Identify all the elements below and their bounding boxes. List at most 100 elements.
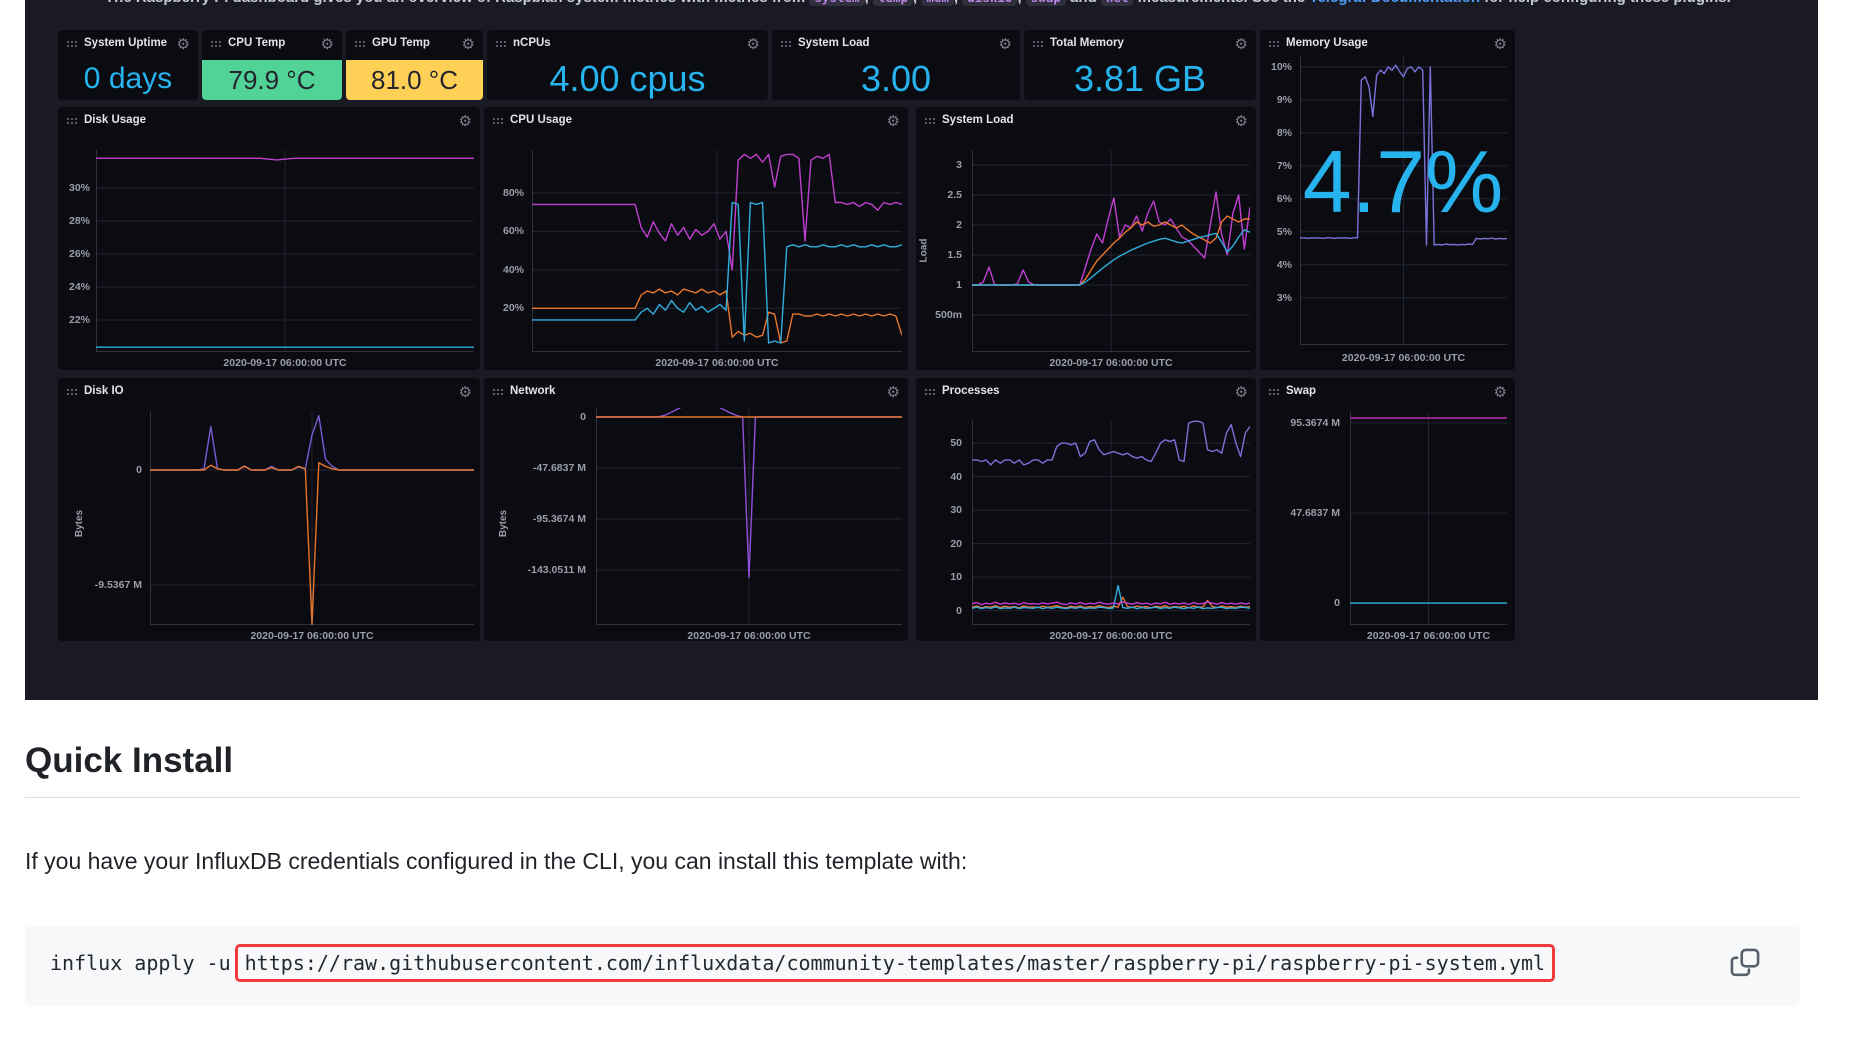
y-axis-ticks: 50403020100 <box>932 420 966 625</box>
code-chip: diskio <box>962 0 1017 6</box>
axis-tick-label: 7% <box>1277 160 1292 172</box>
drag-handle-icon[interactable] <box>354 40 366 49</box>
panel-title: System Load <box>798 37 990 50</box>
drag-handle-icon[interactable] <box>924 388 936 397</box>
gear-icon[interactable] <box>887 383 900 401</box>
axis-tick-label: 10% <box>1271 61 1292 73</box>
panel-system-uptime: System Uptime 0 days <box>58 30 198 100</box>
axis-tick-label: 2 <box>956 219 962 231</box>
gear-icon[interactable] <box>887 112 900 130</box>
panel-system-load-value: System Load 3.00 <box>772 30 1020 100</box>
y-axis-ticks: 0-47.6837 M-95.3674 M-143.0511 M <box>504 408 590 625</box>
axis-tick-label: 0 <box>580 411 586 423</box>
panel-system-load-chart: System Load Load 32.521.51500m 2020-09-1… <box>916 107 1256 370</box>
install-paragraph: If you have your InfluxDB credentials co… <box>25 848 1800 875</box>
y-axis-ticks: 3 2.5 2 1.5 1 500m <box>932 150 966 352</box>
axis-tick-label: 95.3674 M <box>1290 417 1340 429</box>
chart-plot <box>596 408 902 625</box>
code-chip: mem <box>921 0 954 6</box>
panel-title: CPU Temp <box>228 37 312 50</box>
drag-handle-icon[interactable] <box>66 117 78 126</box>
drag-handle-icon[interactable] <box>492 388 504 397</box>
install-code-block[interactable]: influx apply -uhttps://raw.githubusercon… <box>25 926 1800 1006</box>
drag-handle-icon[interactable] <box>1032 40 1044 49</box>
gpu-temp-value: 81.0 °C <box>346 60 483 100</box>
drag-handle-icon[interactable] <box>66 388 78 397</box>
gear-icon[interactable] <box>177 35 190 53</box>
chart-plot <box>972 150 1250 352</box>
x-axis-label: 2020-09-17 06:00:00 UTC <box>1300 352 1507 364</box>
axis-tick-label: 22% <box>69 314 90 326</box>
drag-handle-icon[interactable] <box>1268 40 1280 49</box>
gear-icon[interactable] <box>459 112 472 130</box>
gear-icon[interactable] <box>1235 35 1248 53</box>
axis-tick-label: -95.3674 M <box>533 513 586 525</box>
chart-canvas <box>150 412 474 625</box>
axis-tick-label: 500m <box>935 309 962 321</box>
axis-tick-label: 1 <box>956 279 962 291</box>
gear-icon[interactable] <box>1494 383 1507 401</box>
intro-fragment: for help configuring these plugins. <box>1480 0 1731 6</box>
drag-handle-icon[interactable] <box>492 117 504 126</box>
intro-text: The Raspberry Pi dashboard gives you an … <box>105 0 1805 9</box>
chart-canvas <box>96 150 474 352</box>
axis-tick-label: 3 <box>956 159 962 171</box>
y-axis-title: Load <box>918 239 929 263</box>
y-axis-ticks: 10%9%8%7%6%5%4%3% <box>1262 55 1296 345</box>
axis-tick-label: 1.5 <box>947 249 962 261</box>
panel-disk-io: Disk IO Bytes 0-9.5367 M 2020-09-17 06:0… <box>58 378 480 641</box>
gear-icon[interactable] <box>999 35 1012 53</box>
axis-tick-label: 2.5 <box>947 189 962 201</box>
code-prefix: influx apply -u <box>50 951 231 975</box>
intro-fragment: measurements. See the <box>1133 0 1309 6</box>
gear-icon[interactable] <box>747 35 760 53</box>
panel-cpu-temp: CPU Temp 79.9 °C <box>202 30 342 100</box>
chart-plot <box>1350 412 1507 625</box>
panel-network: Network Bytes 0-47.6837 M-95.3674 M-143.… <box>484 378 908 641</box>
axis-tick-label: 3% <box>1277 292 1292 304</box>
gear-icon[interactable] <box>321 35 334 53</box>
axis-tick-label: 28% <box>69 215 90 227</box>
x-axis-label: 2020-09-17 06:00:00 UTC <box>96 357 474 369</box>
chart-plot <box>972 420 1250 625</box>
axis-tick-label: -47.6837 M <box>533 462 586 474</box>
drag-handle-icon[interactable] <box>495 40 507 49</box>
code-chip: temp <box>873 0 913 6</box>
axis-tick-label: 24% <box>69 281 90 293</box>
panel-total-memory: Total Memory 3.81 GB <box>1024 30 1256 100</box>
chart-plot <box>96 150 474 352</box>
gear-icon[interactable] <box>462 35 475 53</box>
drag-handle-icon[interactable] <box>210 40 222 49</box>
gear-icon[interactable] <box>459 383 472 401</box>
panel-title: System Uptime <box>84 37 168 50</box>
drag-handle-icon[interactable] <box>924 117 936 126</box>
axis-tick-label: 30% <box>69 182 90 194</box>
drag-handle-icon[interactable] <box>1268 388 1280 397</box>
panel-disk-usage: Disk Usage 30%28%26%24%22% 2020-09-17 06… <box>58 107 480 370</box>
axis-tick-label: 20 <box>950 538 962 550</box>
uptime-value: 0 days <box>58 60 198 98</box>
chart-plot <box>150 412 474 625</box>
gear-icon[interactable] <box>1235 112 1248 130</box>
gear-icon[interactable] <box>1494 35 1507 53</box>
code-chip: swap <box>1026 0 1066 6</box>
panel-title: GPU Temp <box>372 37 453 50</box>
y-axis-ticks: 0-9.5367 M <box>78 412 146 625</box>
panel-memory-usage: Memory Usage 10%9%8%7%6%5%4%3% 4.7% 2020… <box>1260 30 1515 370</box>
telegraf-docs-link[interactable]: Telegraf Documentation <box>1309 0 1480 6</box>
axis-tick-label: 10 <box>950 571 962 583</box>
system-load-value: 3.00 <box>772 60 1020 98</box>
copy-icon <box>1728 946 1762 980</box>
gear-icon[interactable] <box>1235 383 1248 401</box>
panel-title: Swap <box>1286 385 1485 398</box>
separator: , <box>1017 0 1025 6</box>
panel-title: Processes <box>942 385 1226 398</box>
drag-handle-icon[interactable] <box>66 40 78 49</box>
axis-tick-label: 4% <box>1277 259 1292 271</box>
axis-tick-label: 40% <box>503 264 524 276</box>
x-axis-label: 2020-09-17 06:00:00 UTC <box>972 630 1250 642</box>
copy-button[interactable] <box>1728 946 1762 980</box>
drag-handle-icon[interactable] <box>780 40 792 49</box>
readme-page: The Raspberry Pi dashboard gives you an … <box>0 0 1864 1044</box>
panel-title: Disk Usage <box>84 114 450 127</box>
